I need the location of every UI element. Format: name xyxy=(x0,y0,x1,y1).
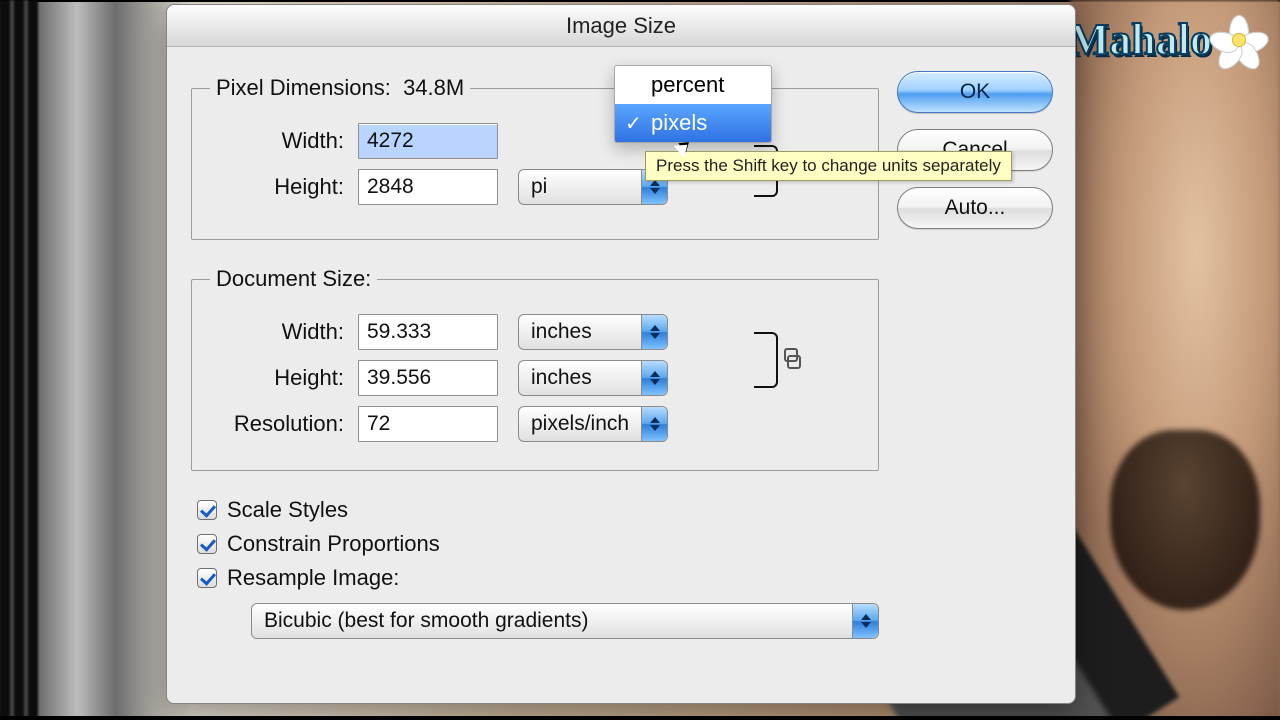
dropdown-arrows-icon xyxy=(641,407,667,441)
pd-height-label: Height: xyxy=(210,174,358,200)
unit-option-pixels[interactable]: ✓ pixels xyxy=(615,104,771,142)
ds-resolution-label: Resolution: xyxy=(210,411,358,437)
ds-height-label: Height: xyxy=(210,365,358,391)
ds-width-label: Width: xyxy=(210,319,358,345)
pixel-dimensions-legend: Pixel Dimensions: 34.8M xyxy=(210,75,470,101)
unit-option-percent[interactable]: percent xyxy=(615,66,771,104)
ds-width-input[interactable] xyxy=(358,314,498,350)
dropdown-arrows-icon xyxy=(852,604,878,638)
ds-height-unit-select[interactable]: inches xyxy=(518,360,668,396)
checkmark-icon: ✓ xyxy=(625,111,642,136)
dropdown-arrows-icon xyxy=(641,315,667,349)
mahalo-text: Mahalo xyxy=(1068,14,1212,65)
dropdown-arrows-icon xyxy=(641,361,667,395)
shift-key-tooltip: Press the Shift key to change units sepa… xyxy=(645,151,1012,181)
checkbox-icon xyxy=(197,534,217,554)
pd-width-label: Width: xyxy=(210,128,358,154)
image-size-dialog: Image Size Pixel Dimensions: 34.8M Width… xyxy=(166,4,1076,704)
flower-icon xyxy=(1216,17,1262,63)
ds-height-input[interactable] xyxy=(358,360,498,396)
dialog-title: Image Size xyxy=(167,5,1075,47)
resample-method-select[interactable]: Bicubic (best for smooth gradients) xyxy=(251,603,879,639)
ds-link-chain-icon xyxy=(784,348,800,368)
ds-resolution-unit-select[interactable]: pixels/inch xyxy=(518,406,668,442)
ds-resolution-input[interactable] xyxy=(358,406,498,442)
pd-height-input[interactable] xyxy=(358,169,498,205)
pd-width-input[interactable] xyxy=(358,123,498,159)
ds-width-unit-select[interactable]: inches xyxy=(518,314,668,350)
resample-image-checkbox[interactable]: Resample Image: xyxy=(197,565,879,591)
auto-button[interactable]: Auto... xyxy=(897,187,1053,229)
constrain-proportions-checkbox[interactable]: Constrain Proportions xyxy=(197,531,879,557)
ds-link-bracket-icon xyxy=(754,332,778,388)
scale-styles-checkbox[interactable]: Scale Styles xyxy=(197,497,879,523)
pixel-dimensions-size: 34.8M xyxy=(403,75,464,100)
document-size-legend: Document Size: xyxy=(210,266,377,292)
checkbox-icon xyxy=(197,500,217,520)
document-size-group: Document Size: Width: inches Height: inc… xyxy=(191,266,879,471)
mahalo-logo: Mahalo xyxy=(1068,14,1262,65)
pd-width-unit-dropdown[interactable]: percent ✓ pixels xyxy=(614,65,772,143)
ok-button[interactable]: OK xyxy=(897,71,1053,113)
checkbox-icon xyxy=(197,568,217,588)
